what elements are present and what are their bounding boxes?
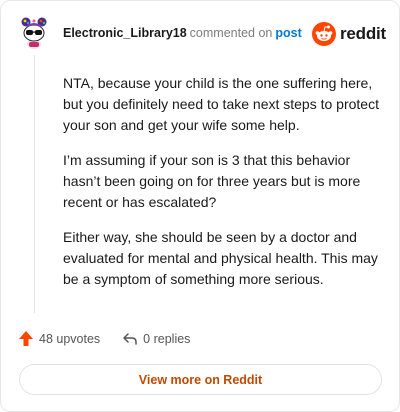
view-more-button[interactable]: View more on Reddit — [19, 364, 382, 395]
reddit-logo[interactable]: reddit — [312, 22, 386, 46]
commented-on-text: commented on — [189, 26, 273, 40]
avatar[interactable] — [19, 15, 49, 49]
comment-actions: 48 upvotes 0 replies — [18, 330, 190, 347]
comment-header: Electronic_Library18 commented on post — [63, 26, 302, 40]
upvote-count: 48 upvotes — [39, 331, 101, 346]
view-more-label: View more on Reddit — [138, 372, 263, 387]
comment-paragraph: I’m assuming if your son is 3 that this … — [63, 152, 361, 210]
thread-line — [34, 55, 35, 313]
reddit-logo-icon — [312, 22, 336, 46]
snoo-avatar-icon — [21, 17, 47, 49]
reply-arrow-icon — [123, 332, 137, 345]
upvote-arrow-icon — [19, 331, 33, 346]
reddit-wordmark: reddit — [340, 24, 387, 43]
comment-body: NTA, because your child is the one suffe… — [63, 73, 388, 304]
reddit-comment-card: Electronic_Library18 commented on post red… — [0, 0, 400, 412]
upvote-button[interactable]: 48 upvotes — [18, 330, 100, 347]
comment-paragraph: NTA, because your child is the one suffe… — [63, 75, 379, 133]
comment-paragraph: Either way, she should be seen by a doct… — [63, 229, 378, 287]
reply-count: 0 replies — [143, 331, 191, 346]
username[interactable]: Electronic_Library18 — [63, 26, 187, 40]
post-link[interactable]: post — [275, 26, 301, 40]
replies-button[interactable]: 0 replies — [122, 332, 190, 346]
